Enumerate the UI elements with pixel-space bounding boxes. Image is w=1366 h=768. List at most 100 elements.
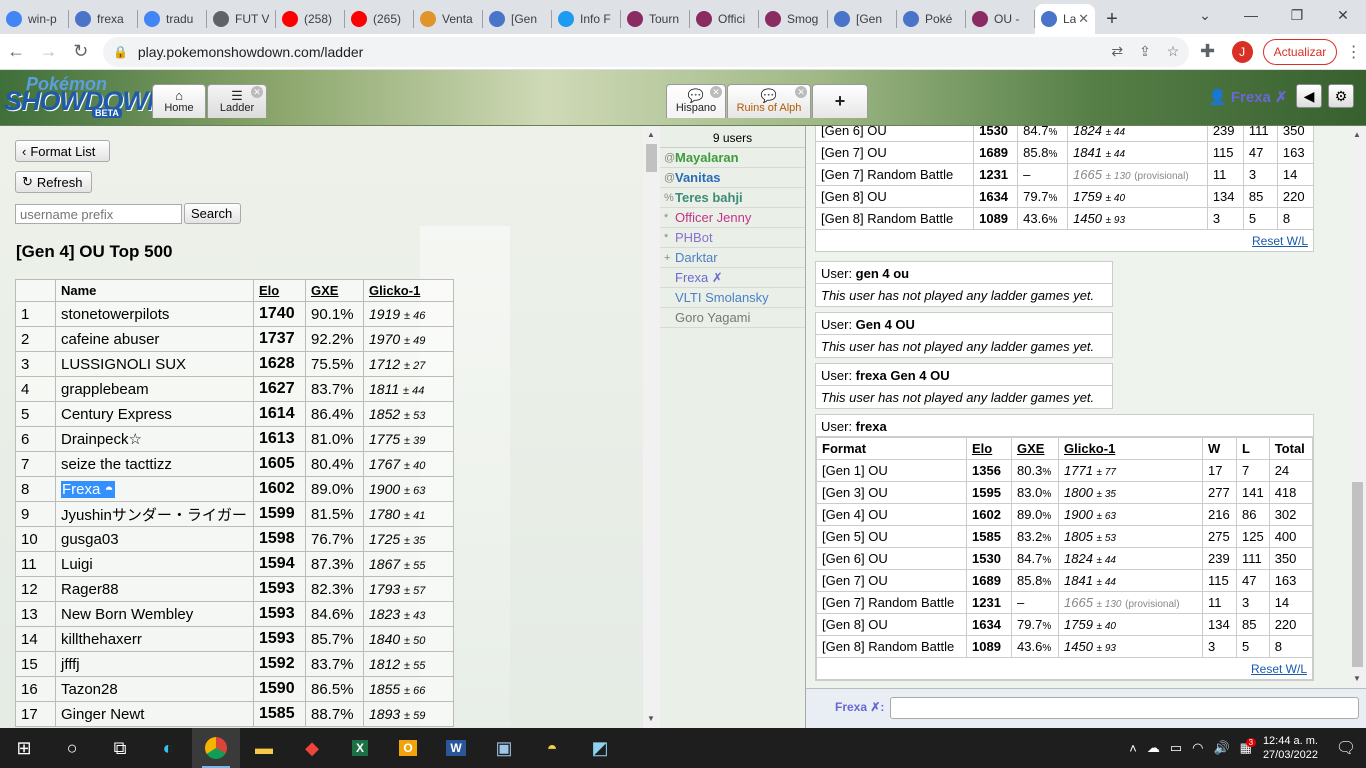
windows-start-icon[interactable]: ⊞ xyxy=(0,728,48,768)
user-list-item[interactable]: VLTI Smolansky xyxy=(660,288,805,308)
player-name-link[interactable]: jfffj xyxy=(61,656,80,673)
reload-icon[interactable]: ↻ xyxy=(65,37,97,67)
excel-icon[interactable]: X xyxy=(336,728,384,768)
cortana-icon[interactable]: ○ xyxy=(48,728,96,768)
user-list-item[interactable]: @ Vanitas xyxy=(660,168,805,188)
back-icon[interactable]: ← xyxy=(0,37,32,67)
player-name-link[interactable]: Ginger Newt xyxy=(61,706,144,723)
browser-tab[interactable]: Venta xyxy=(414,4,482,34)
file-explorer-icon[interactable]: ▬ xyxy=(240,728,288,768)
close-tab-icon[interactable]: ✕ xyxy=(251,86,263,98)
outlook-icon[interactable]: O xyxy=(384,728,432,768)
browser-tab[interactable]: (258) xyxy=(276,4,344,34)
user-list-item[interactable]: % Teres bahji xyxy=(660,188,805,208)
player-name-link[interactable]: cafeine abuser xyxy=(61,331,159,348)
username-prefix-input[interactable] xyxy=(15,204,182,224)
calendar-badge-icon[interactable]: ▦ 3 xyxy=(1240,738,1257,756)
search-button[interactable]: Search xyxy=(184,203,241,224)
sticky-app-icon[interactable]: ◩ xyxy=(576,728,624,768)
close-tab-icon[interactable]: ✕ xyxy=(795,86,807,98)
scroll-thumb[interactable] xyxy=(646,144,657,172)
profile-avatar[interactable]: J xyxy=(1231,40,1253,63)
share-icon[interactable]: ⇪ xyxy=(1139,43,1151,60)
forward-icon[interactable]: → xyxy=(32,37,64,67)
clock[interactable]: 12:44 a. m. 27/03/2022 xyxy=(1263,734,1318,762)
player-name-link[interactable]: Rager88 xyxy=(61,581,119,598)
new-tab-button[interactable]: + xyxy=(1095,4,1129,34)
browser-tab[interactable]: frexa xyxy=(69,4,137,34)
ladder-scrollbar[interactable]: ▲ ▼ xyxy=(643,126,660,728)
ratings-scrollbar[interactable]: ▲ ▼ xyxy=(1349,126,1366,688)
user-list-item[interactable]: + Darktar xyxy=(660,248,805,268)
anydesk-icon[interactable]: ◆ xyxy=(288,728,336,768)
address-bar[interactable]: 🔒 play.pokemonshowdown.com/ladder ⇄ ⇪ ☆ xyxy=(102,36,1190,67)
player-name-link[interactable]: Drainpeck☆ xyxy=(61,431,142,448)
reset-wl-link[interactable]: Reset W/L xyxy=(1252,234,1308,248)
network-admin-icon[interactable]: ▣ xyxy=(480,728,528,768)
close-tab-icon[interactable]: ✕ xyxy=(710,86,722,98)
extensions-icon[interactable]: ✚ xyxy=(1191,37,1223,67)
player-name-link[interactable]: gusga03 xyxy=(61,531,119,548)
user-list-item[interactable]: * Officer Jenny xyxy=(660,208,805,228)
browser-tab[interactable]: [Gen xyxy=(483,4,551,34)
close-window-icon[interactable]: ✕ xyxy=(1320,0,1366,30)
scroll-up-icon[interactable]: ▲ xyxy=(647,130,655,139)
browser-tab[interactable]: [Gen xyxy=(828,4,896,34)
player-name-link[interactable]: stonetowerpilots xyxy=(61,306,169,323)
scroll-thumb[interactable] xyxy=(1352,482,1363,667)
word-icon[interactable]: W xyxy=(432,728,480,768)
volume-icon[interactable]: 🔊 xyxy=(1213,740,1229,756)
browser-tab[interactable]: FUT V xyxy=(207,4,275,34)
notification-icon[interactable]: 🗨 xyxy=(1326,738,1366,758)
browser-tab[interactable]: Tourn xyxy=(621,4,689,34)
browser-tab[interactable]: Smog xyxy=(759,4,827,34)
user-list-item[interactable]: Goro Yagami xyxy=(660,308,805,328)
chat-input[interactable] xyxy=(890,697,1359,719)
player-name-link[interactable]: killthehaxerr xyxy=(61,631,142,648)
player-name-link[interactable]: Century Express xyxy=(61,406,172,423)
edge-icon[interactable]: ◐ xyxy=(144,728,192,768)
update-button[interactable]: Actualizar xyxy=(1262,38,1338,65)
user-list-item[interactable]: * PHBot xyxy=(660,228,805,248)
player-name-link[interactable]: Jyushinサンダー・ライガー xyxy=(61,507,247,524)
player-name-link[interactable]: Tazon28 xyxy=(61,681,118,698)
restore-icon[interactable]: ❐ xyxy=(1274,0,1320,30)
browser-tab[interactable]: Info F xyxy=(552,4,620,34)
player-name-link[interactable]: seize the tacttizz xyxy=(61,456,172,473)
user-list-item[interactable]: Frexa ✗ xyxy=(660,268,805,288)
sound-icon[interactable]: ◀ xyxy=(1296,84,1322,108)
username-button[interactable]: 👤 Frexa ✗ xyxy=(1208,88,1288,106)
scroll-up-icon[interactable]: ▲ xyxy=(1353,130,1361,139)
user-list-item[interactable]: @ Mayalaran xyxy=(660,148,805,168)
scroll-down-icon[interactable]: ▼ xyxy=(647,714,655,723)
browser-tab[interactable]: Offici xyxy=(690,4,758,34)
tab-room-hispano[interactable]: 💬 Hispano ✕ xyxy=(666,84,726,118)
browser-tab[interactable]: win-p xyxy=(0,4,68,34)
refresh-button[interactable]: ↻ Refresh xyxy=(15,171,92,193)
wifi-icon[interactable]: ◠ xyxy=(1192,740,1203,756)
player-name-link[interactable]: New Born Wembley xyxy=(61,606,193,623)
new-room-button[interactable]: + xyxy=(812,84,868,118)
browser-tab[interactable]: tradu xyxy=(138,4,206,34)
browser-tab[interactable]: (265) xyxy=(345,4,413,34)
browser-tab[interactable]: OU - xyxy=(966,4,1034,34)
tab-search-icon[interactable]: ⌄ xyxy=(1182,0,1228,30)
browser-tab-active[interactable]: La ✕ xyxy=(1035,4,1095,34)
tab-ladder[interactable]: ☰ Ladder ✕ xyxy=(207,84,267,118)
menu-kebab-icon[interactable]: ⋮ xyxy=(1341,42,1366,62)
task-view-icon[interactable]: ⧉ xyxy=(96,728,144,768)
chat-bubble-icon[interactable]: ◓ xyxy=(528,728,576,768)
format-list-button[interactable]: ‹ Format List xyxy=(15,140,110,162)
gear-icon[interactable]: ⚙ xyxy=(1328,84,1354,108)
tab-home[interactable]: ⌂ Home xyxy=(152,84,206,118)
chrome-icon[interactable] xyxy=(192,728,240,768)
player-name-link[interactable]: grapplebeam xyxy=(61,381,149,398)
chevron-up-icon[interactable]: ˄ xyxy=(1129,741,1137,756)
minimize-icon[interactable]: — xyxy=(1228,0,1274,30)
browser-tab[interactable]: Poké xyxy=(897,4,965,34)
player-name-link[interactable]: Luigi xyxy=(61,556,93,573)
column-glicko[interactable]: Glicko-1 xyxy=(363,279,454,302)
close-tab-icon[interactable]: ✕ xyxy=(1078,11,1089,27)
reset-wl-link[interactable]: Reset W/L xyxy=(1251,662,1307,676)
url-text[interactable]: play.pokemonshowdown.com/ladder xyxy=(138,44,363,60)
